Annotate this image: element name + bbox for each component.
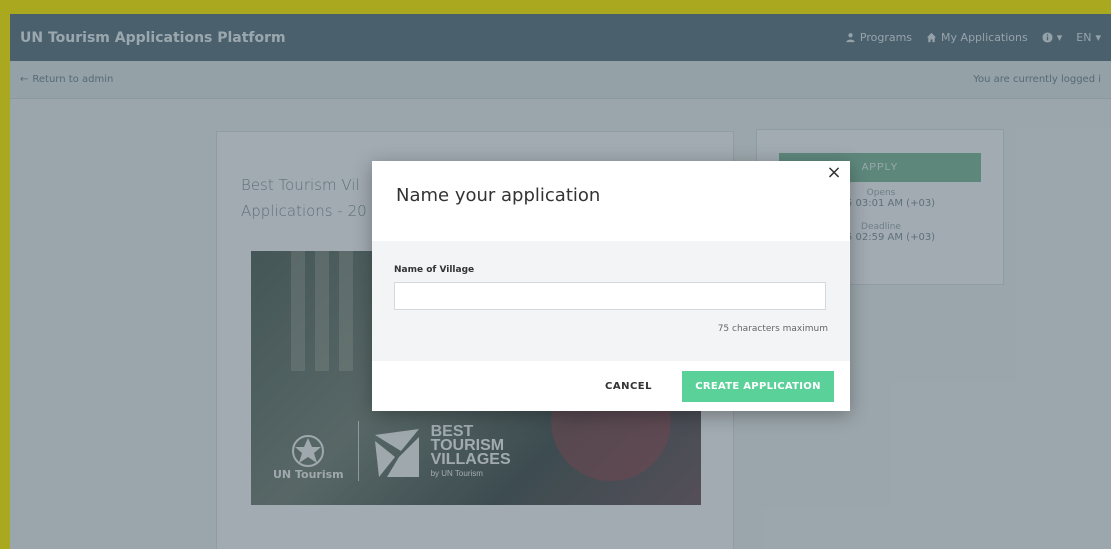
close-icon[interactable]: ×	[824, 163, 844, 183]
create-application-button[interactable]: CREATE APPLICATION	[682, 370, 834, 402]
dialog-footer: CANCEL CREATE APPLICATION	[372, 361, 850, 411]
outer-frame-left	[0, 0, 10, 549]
village-name-label: Name of Village	[394, 265, 475, 275]
character-limit-hint: 75 characters maximum	[717, 324, 828, 334]
dialog-body: Name of Village 75 characters maximum	[372, 241, 850, 361]
village-name-input[interactable]	[394, 282, 826, 310]
dialog-title: Name your application	[396, 185, 601, 206]
dialog-header: Name your application	[372, 161, 850, 241]
cancel-button[interactable]: CANCEL	[605, 381, 652, 392]
outer-frame-top	[0, 0, 1111, 14]
app-window: UN Tourism Applications Platform Program…	[10, 14, 1111, 549]
name-application-dialog: × Name your application Name of Village …	[372, 161, 850, 411]
